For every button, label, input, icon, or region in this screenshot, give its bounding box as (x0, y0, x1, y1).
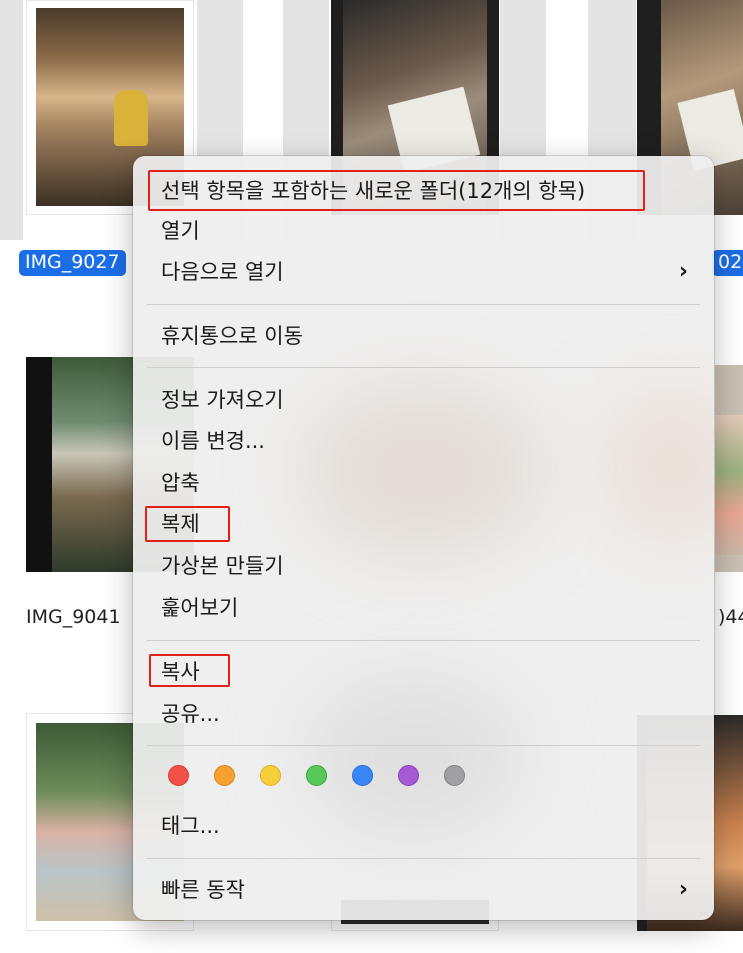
menu-item-open-with[interactable]: 다음으로 열기 (161, 258, 284, 286)
menu-item-open[interactable]: 열기 (161, 217, 200, 245)
highlight-box-new-folder (148, 170, 645, 211)
file-name-label[interactable]: IMG_9041 (26, 606, 121, 628)
tag-color-orange-icon[interactable] (214, 765, 235, 786)
menu-item-get-info[interactable]: 정보 가져오기 (161, 386, 284, 414)
menu-item-quick-actions[interactable]: 빠른 동작 (161, 876, 245, 904)
menu-separator (147, 367, 700, 368)
highlight-box-duplicate (145, 506, 230, 542)
menu-item-rename[interactable]: 이름 변경... (161, 427, 265, 455)
menu-item-compress[interactable]: 압축 (161, 469, 200, 497)
menu-separator (147, 858, 700, 859)
file-name-label[interactable]: )44 (718, 606, 743, 628)
tag-color-red-icon[interactable] (168, 765, 189, 786)
menu-item-move-to-trash[interactable]: 휴지통으로 이동 (161, 322, 303, 350)
tag-color-yellow-icon[interactable] (260, 765, 281, 786)
chevron-right-icon: › (678, 259, 688, 284)
menu-item-make-alias[interactable]: 가상본 만들기 (161, 552, 284, 580)
tag-color-green-icon[interactable] (306, 765, 327, 786)
highlight-box-copy (149, 654, 230, 687)
menu-separator (147, 745, 700, 746)
tag-color-purple-icon[interactable] (398, 765, 419, 786)
file-name-label[interactable]: 029 (712, 250, 743, 276)
tag-color-blue-icon[interactable] (352, 765, 373, 786)
menu-separator (147, 640, 700, 641)
menu-item-tags[interactable]: 태그... (161, 812, 220, 840)
file-name-label[interactable]: IMG_9027 (19, 250, 126, 276)
menu-item-share[interactable]: 공유... (161, 700, 220, 728)
file-thumbnail[interactable] (715, 365, 743, 572)
chevron-right-icon: › (678, 877, 688, 902)
menu-item-quick-look[interactable]: 훑어보기 (161, 594, 238, 622)
context-menu: 선택 항목을 포함하는 새로운 폴더(12개의 항목) 열기 다음으로 열기 ›… (133, 156, 714, 920)
tag-color-gray-icon[interactable] (444, 765, 465, 786)
tag-color-row (168, 765, 508, 789)
menu-separator (147, 304, 700, 305)
